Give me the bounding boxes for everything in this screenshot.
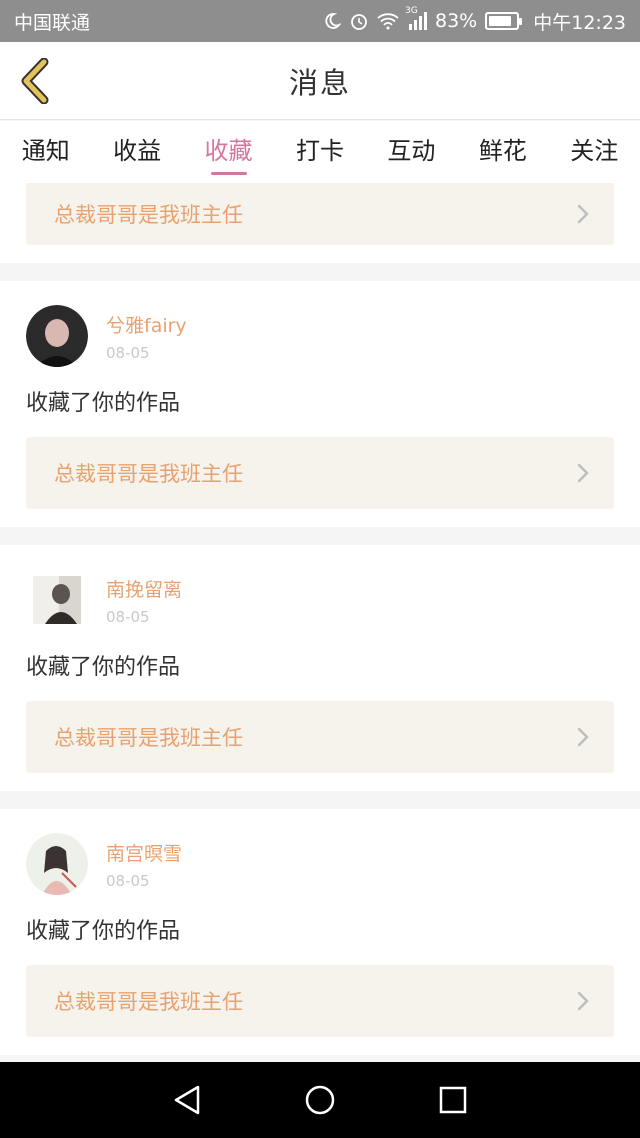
signal-icon: 3G [405, 6, 427, 30]
message-date: 08-05 [106, 871, 150, 890]
message-card: 兮雅fairy 08-05 收藏了你的作品 总裁哥哥是我班主任 [0, 281, 640, 527]
header: 消息 [0, 42, 640, 120]
user-row: 兮雅fairy 08-05 [26, 305, 614, 367]
chevron-right-icon [577, 727, 589, 747]
clock: 中午12:23 [533, 11, 626, 34]
work-title: 总裁哥哥是我班主任 [54, 726, 243, 750]
carrier-label: 中国联通 [14, 11, 91, 34]
nav-back-button[interactable] [157, 1070, 217, 1130]
work-link[interactable]: 总裁哥哥是我班主任 [26, 965, 614, 1037]
tab-0[interactable]: 通知 [11, 131, 81, 175]
work-link[interactable]: 总裁哥哥是我班主任 [26, 437, 614, 509]
square-recents-icon [440, 1086, 467, 1114]
avatar[interactable] [26, 569, 88, 631]
message-text: 收藏了你的作品 [26, 391, 181, 416]
user-row: 南挽留离 08-05 [26, 569, 614, 631]
user-row: 南宫暝雪 08-05 [26, 833, 614, 895]
tab-4[interactable]: 互动 [376, 131, 446, 175]
avatar[interactable] [26, 833, 88, 895]
network-type-label: 3G [405, 6, 418, 16]
wifi-icon [377, 12, 399, 30]
work-title: 总裁哥哥是我班主任 [54, 203, 243, 227]
tab-2[interactable]: 收藏 [194, 131, 264, 175]
message-list: 总裁哥哥是我班主任 兮雅fairy 08-05 收藏了你的作品 总裁哥哥是我班主… [0, 183, 640, 1062]
chevron-left-icon [21, 58, 49, 104]
circle-home-icon [305, 1085, 335, 1115]
system-nav-bar [0, 1062, 640, 1138]
triangle-back-icon [174, 1085, 199, 1115]
tab-6[interactable]: 关注 [559, 131, 629, 175]
nav-recents-button[interactable] [423, 1070, 483, 1130]
avatar[interactable] [26, 305, 88, 367]
message-card: 南宫暝雪 08-05 收藏了你的作品 总裁哥哥是我班主任 [0, 809, 640, 1055]
chevron-right-icon [577, 204, 589, 224]
message-date: 08-05 [106, 343, 150, 362]
work-title: 总裁哥哥是我班主任 [54, 462, 243, 486]
tab-1[interactable]: 收益 [102, 131, 172, 175]
message-date: 08-05 [106, 607, 150, 626]
user-name[interactable]: 兮雅fairy [106, 311, 187, 338]
chevron-right-icon [577, 991, 589, 1011]
tab-5[interactable]: 鲜花 [468, 131, 538, 175]
page-title: 消息 [288, 65, 351, 100]
tab-3[interactable]: 打卡 [285, 131, 355, 175]
work-link[interactable]: 总裁哥哥是我班主任 [26, 183, 614, 245]
tab-bar: 通知 收益 收藏 打卡 互动 鲜花 关注 [0, 121, 640, 183]
user-name[interactable]: 南宫暝雪 [106, 839, 182, 866]
battery-icon [485, 12, 523, 30]
message-card: 总裁哥哥是我班主任 [0, 183, 640, 263]
work-link[interactable]: 总裁哥哥是我班主任 [26, 701, 614, 773]
user-name[interactable]: 南挽留离 [106, 575, 182, 602]
alarm-icon [349, 11, 369, 31]
battery-percent: 83% [435, 10, 478, 32]
nav-home-button[interactable] [290, 1070, 350, 1130]
message-text: 收藏了你的作品 [26, 655, 181, 680]
message-text: 收藏了你的作品 [26, 919, 181, 944]
chevron-right-icon [577, 463, 589, 483]
status-bar: 中国联通 3G 83% 中午12:23 [0, 0, 640, 42]
work-title: 总裁哥哥是我班主任 [54, 990, 243, 1014]
message-card: 南挽留离 08-05 收藏了你的作品 总裁哥哥是我班主任 [0, 545, 640, 791]
back-button[interactable] [14, 56, 54, 106]
moon-icon [323, 12, 341, 30]
